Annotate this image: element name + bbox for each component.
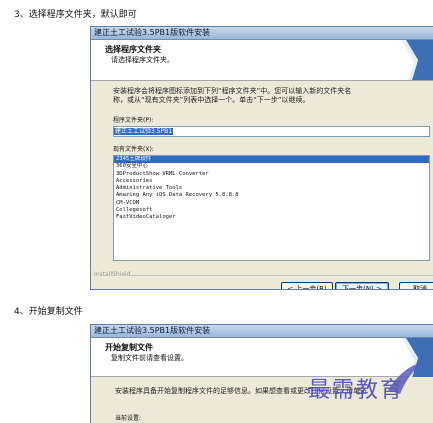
header-title: 选择程序文件夹 [105, 45, 161, 54]
program-folder-input[interactable]: 建正土工试验3.5PB1 [113, 126, 430, 137]
header-subtitle: 复制文件前请查看设置。 [111, 354, 188, 362]
dialog-body: 安装程序会将程序图标添加到下列“程序文件夹”中。您可以输入新的文件夹名 称，或从… [91, 81, 433, 289]
step-3-caption: 3、选择程序文件夹，默认即可 [14, 10, 137, 20]
installshield-brand: InstallShield [94, 271, 131, 278]
instruction-line-1: 安装程序会将程序图标添加到下列“程序文件夹”中。您可以输入新的文件夹名 [113, 87, 352, 95]
list-item[interactable]: 3DProductShow VRML Converter [114, 171, 429, 178]
list-item[interactable]: 2345王牌软件 [114, 156, 429, 164]
step-4-caption: 4、开始复制文件 [14, 307, 83, 317]
dialog-title: 建正土工试验3.5PB1版软件安装 [91, 325, 433, 338]
instruction-line-2: 称，或从“现有文件夹”列表中选择一个。单击“下一步”以继续。 [113, 96, 310, 104]
footer-divider [129, 275, 433, 276]
installer-dialog-folder: 建正土工试验3.5PB1版软件安装 选择程序文件夹 请选择程序文件夹。 安装程序… [90, 26, 433, 290]
list-item[interactable]: Administrative Tools [114, 185, 429, 192]
next-button[interactable]: 下一步(N) > [335, 282, 389, 289]
list-item[interactable]: FastVideoCataloger [114, 214, 429, 221]
list-item[interactable]: CM-VCOM [114, 200, 429, 207]
watermark-text: 最需教育 [308, 378, 405, 403]
list-item[interactable]: 360安全中心 [114, 163, 429, 170]
current-settings-label: 当前设置: [115, 415, 142, 422]
list-item[interactable]: Accessories [114, 178, 429, 185]
dialog-title: 建正土工试验3.5PB1版软件安装 [91, 27, 433, 40]
program-folder-value: 建正土工试验3.5PB1 [114, 128, 174, 135]
dialog-header: 选择程序文件夹 请选择程序文件夹。 [91, 40, 433, 81]
back-button[interactable]: < 上一步(B) [281, 282, 333, 289]
program-folder-label: 程序文件夹(P): [113, 117, 154, 124]
installer-graphic-icon [402, 40, 433, 80]
header-title: 开始复制文件 [105, 343, 153, 352]
list-item[interactable]: Amazing Any iOS Data Recovery 5.8.8.8 [114, 192, 429, 199]
existing-folders-label: 现有文件夹(X): [113, 146, 154, 153]
list-item[interactable]: Collegesoft [114, 207, 429, 214]
cancel-button[interactable]: 取消 [399, 282, 433, 289]
header-subtitle: 请选择程序文件夹。 [111, 56, 174, 64]
existing-folders-list[interactable]: 2345王牌软件 360安全中心 3DProductShow VRML Conv… [113, 155, 430, 261]
